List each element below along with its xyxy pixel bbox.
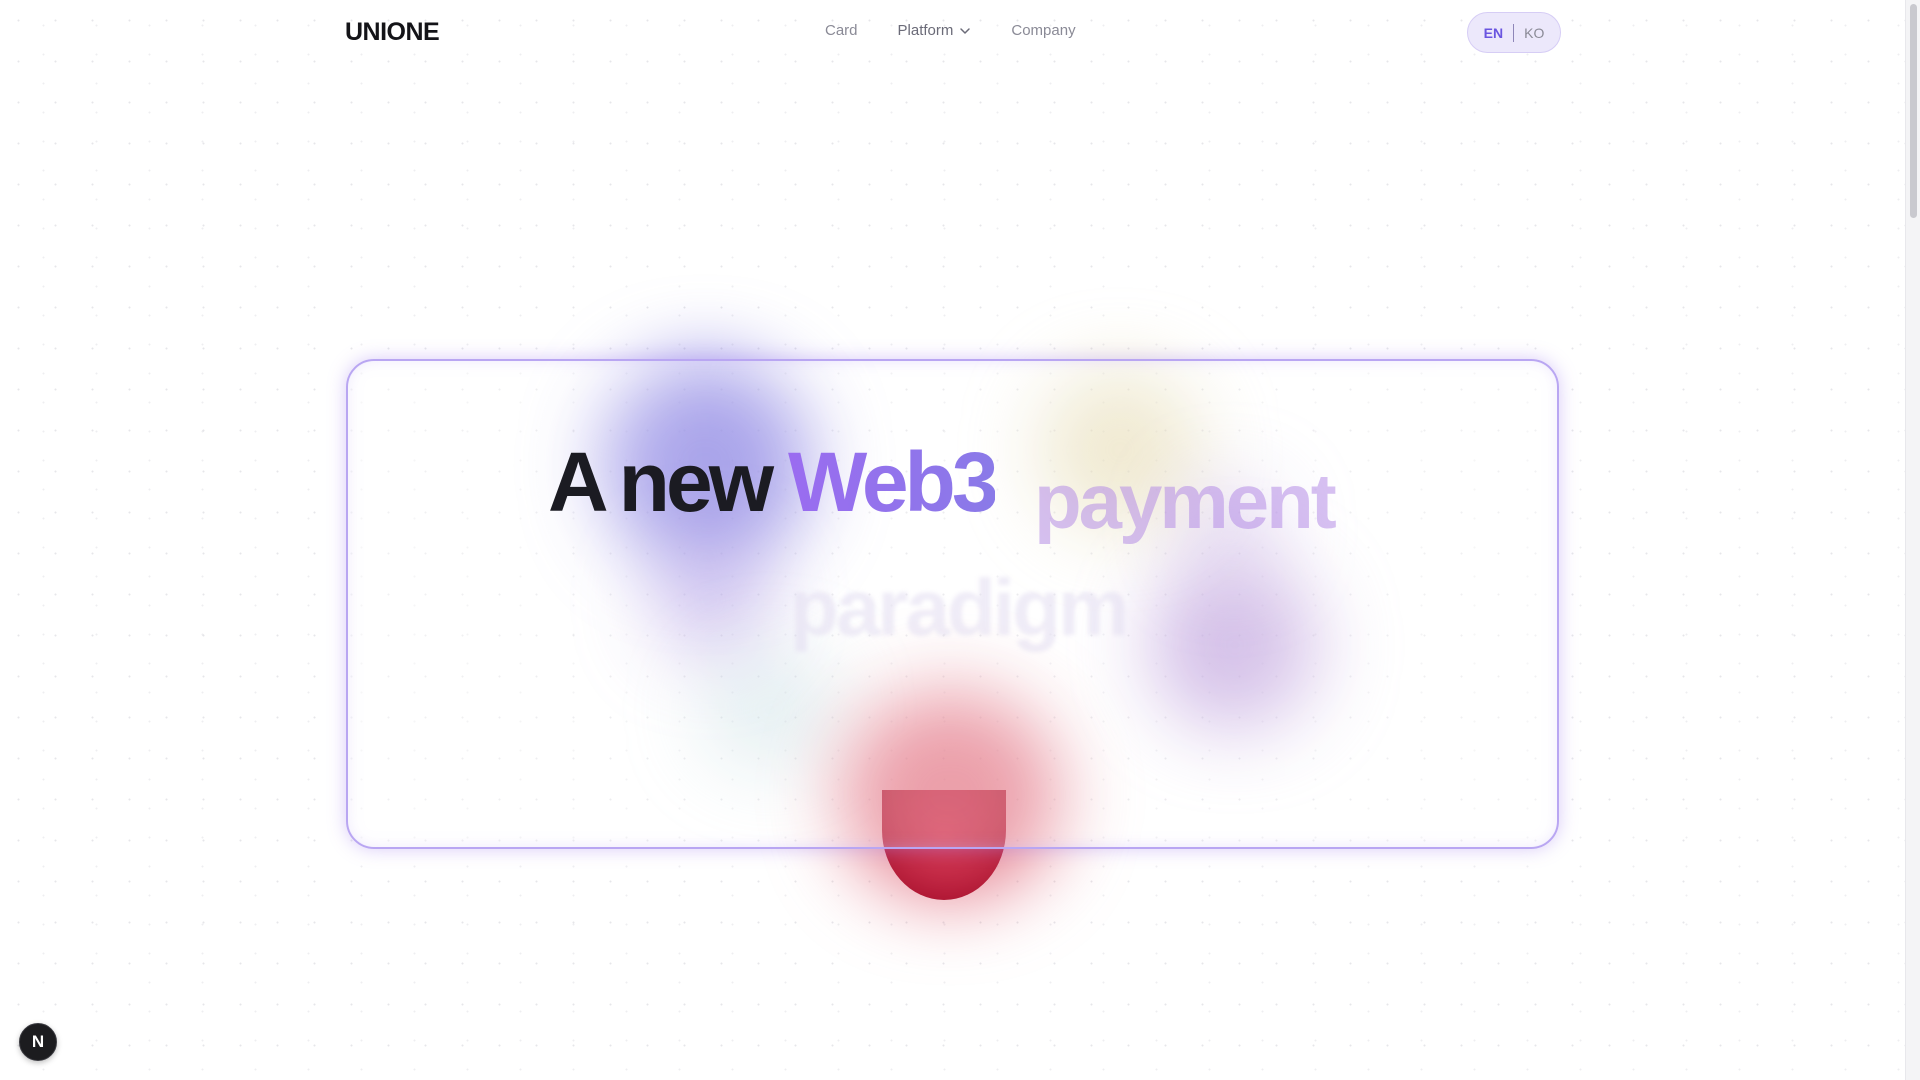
headline-word-payment: payment <box>1034 457 1337 545</box>
scroll-thumb[interactable] <box>1910 4 1917 218</box>
page: UNIONE Card Platform Company EN KO A new… <box>0 0 1920 1080</box>
scrollbar[interactable] <box>1905 0 1920 1080</box>
headline-word-a: A <box>548 435 609 529</box>
nextjs-icon[interactable]: N <box>19 1023 57 1061</box>
headline-word-paradigm: paradigm <box>790 563 1129 652</box>
headline-word-new: new <box>618 435 774 529</box>
dev-badge-letter: N <box>31 1032 45 1051</box>
headline-word-web3: Web3 <box>788 435 999 529</box>
hero-section: Anew Web3 payment paradigm <box>0 0 1905 1080</box>
hero-headline: Anew Web3 <box>548 440 999 524</box>
